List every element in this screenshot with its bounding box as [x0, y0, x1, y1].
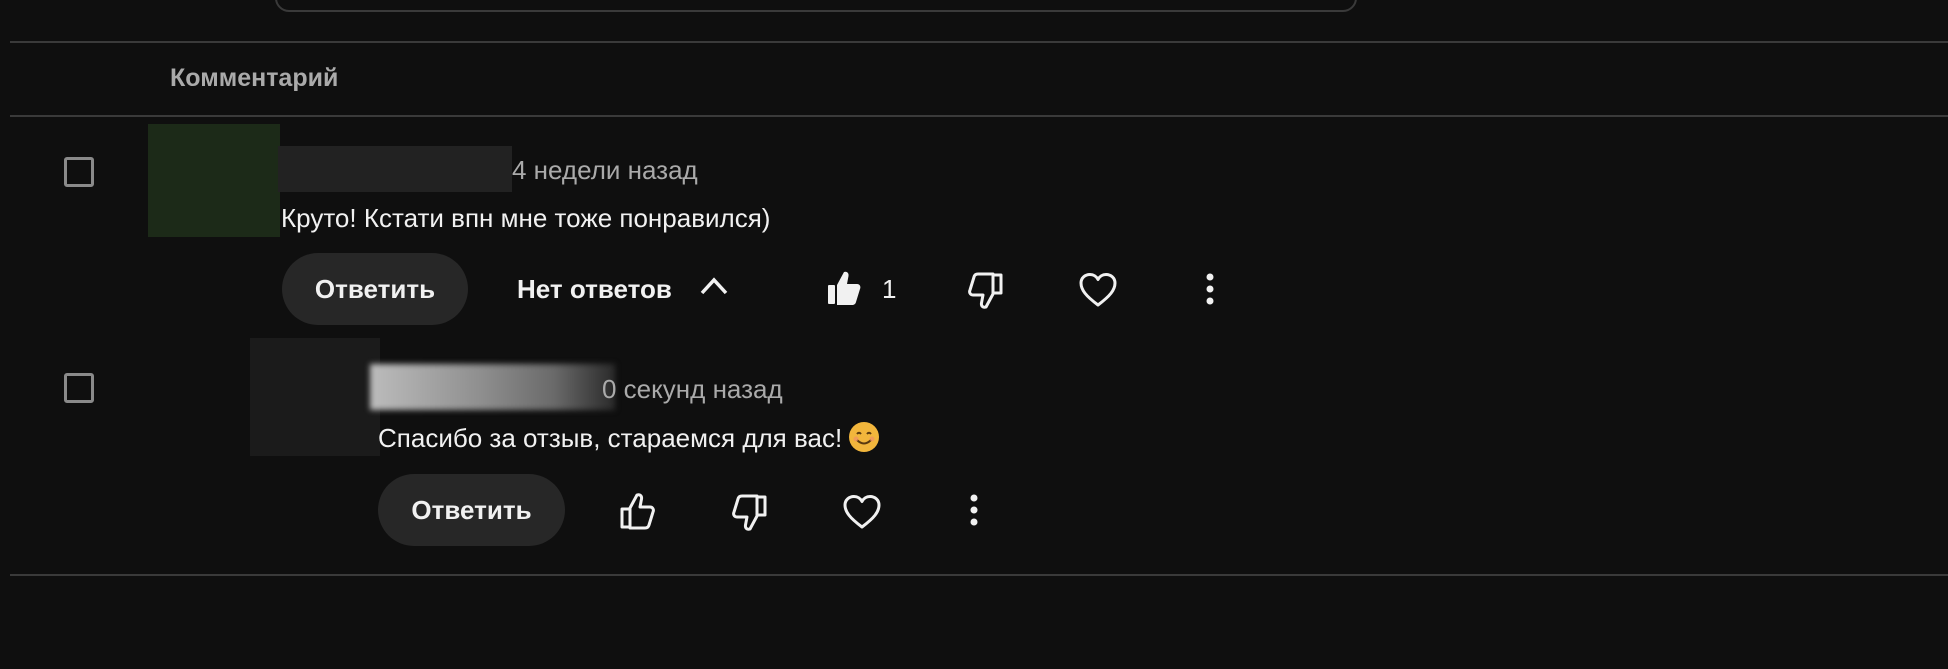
divider [10, 574, 1948, 576]
divider [10, 115, 1948, 117]
comment-timestamp: 0 секунд назад [602, 374, 783, 404]
thumbs-down-icon[interactable] [968, 272, 1004, 310]
select-comment-checkbox[interactable] [64, 157, 94, 187]
reply-button[interactable]: Ответить [378, 474, 565, 546]
avatar[interactable] [148, 124, 280, 237]
select-comment-checkbox[interactable] [64, 373, 94, 403]
heart-icon[interactable] [1078, 272, 1118, 308]
heart-icon[interactable] [842, 494, 882, 530]
thumbs-down-icon[interactable] [732, 494, 768, 532]
avatar[interactable] [250, 338, 380, 456]
like-count: 1 [882, 274, 897, 304]
top-input-field[interactable] [275, 0, 1357, 12]
comment-timestamp: 4 недели назад [512, 155, 698, 185]
divider [10, 41, 1948, 43]
comment-text: Круто! Кстати впн мне тоже понравился) [281, 203, 771, 233]
author-name-redacted [370, 364, 615, 410]
smiling-face-emoji [849, 422, 880, 452]
column-header-comment: Комментарий [170, 64, 339, 92]
comment-text: Спасибо за отзыв, стараемся для вас! [378, 422, 880, 454]
more-vertical-icon[interactable] [1203, 273, 1217, 305]
author-name-redacted [278, 146, 512, 192]
comment-text-content: Спасибо за отзыв, стараемся для вас! [378, 423, 843, 453]
reply-button[interactable]: Ответить [282, 253, 468, 325]
thumbs-up-icon[interactable] [619, 492, 655, 530]
more-vertical-icon[interactable] [967, 494, 981, 526]
replies-toggle[interactable]: Нет ответов [517, 274, 672, 305]
thumbs-up-filled-icon[interactable] [826, 269, 862, 307]
chevron-up-icon[interactable] [699, 274, 729, 296]
